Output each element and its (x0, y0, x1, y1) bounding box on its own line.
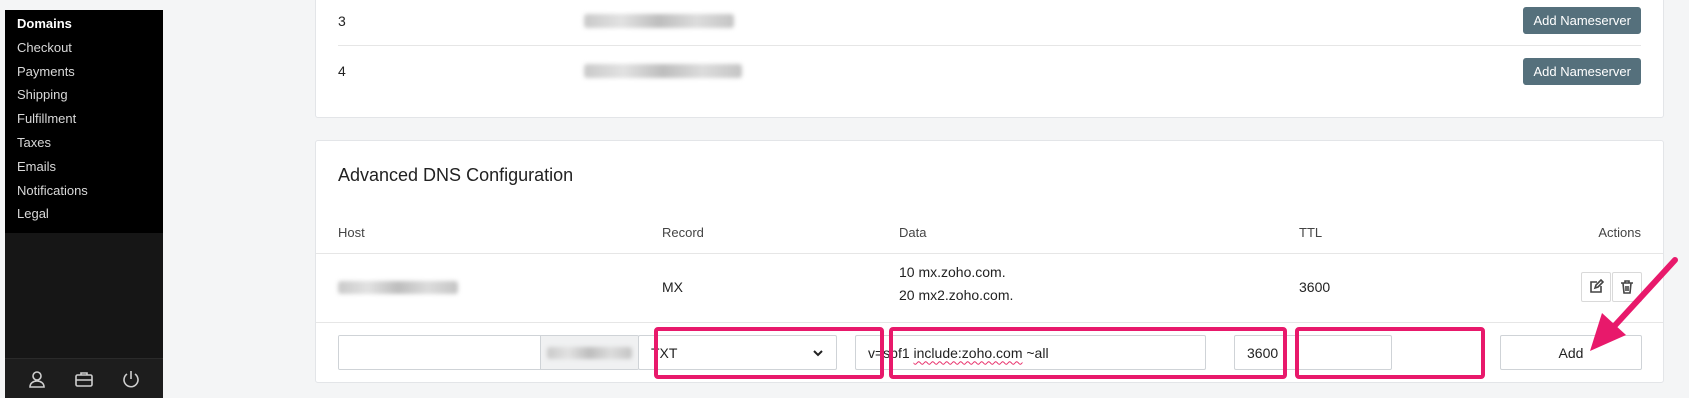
sidebar-item-checkout[interactable]: Checkout (5, 36, 163, 60)
record-type-select[interactable]: TXT (638, 335, 837, 370)
data-input-part-misspelled: include:zoho.com (913, 344, 1023, 361)
ttl-input[interactable]: 3600 (1234, 335, 1392, 370)
record-data-line: 10 mx.zoho.com. (899, 264, 1006, 280)
annotation-arrow-icon (1590, 257, 1678, 351)
chevron-down-icon (813, 349, 823, 356)
data-input-part: ~all (1022, 344, 1049, 361)
add-nameserver-button[interactable]: Add Nameserver (1523, 57, 1641, 85)
nameserver-value-redacted (584, 13, 734, 28)
column-header-actions: Actions (1598, 225, 1641, 240)
sidebar-item-emails[interactable]: Emails (5, 155, 163, 179)
sidebar-item-notifications[interactable]: Notifications (5, 179, 163, 203)
host-input[interactable] (339, 336, 541, 369)
header-divider (316, 253, 1663, 254)
add-nameserver-button[interactable]: Add Nameserver (1523, 7, 1641, 34)
data-input[interactable]: v=spf1 include:zoho.com ~all (855, 335, 1206, 370)
record-data: 10 mx.zoho.com. 20 mx2.zoho.com. (899, 261, 1013, 307)
data-input-part: v=spf1 (868, 344, 914, 361)
nameservers-panel: 3 Add Nameserver 4 Add Nameserver (315, 0, 1664, 118)
record-type: MX (662, 279, 683, 295)
ttl-input-value: 3600 (1247, 344, 1279, 361)
sidebar-item-fulfillment[interactable]: Fulfillment (5, 107, 163, 131)
host-field-group (338, 335, 639, 370)
sidebar: Domains Checkout Payments Shipping Fulfi… (5, 10, 163, 398)
sidebar-item-payments[interactable]: Payments (5, 60, 163, 84)
sidebar-item-taxes[interactable]: Taxes (5, 131, 163, 155)
sidebar-nav: Domains Checkout Payments Shipping Fulfi… (5, 10, 163, 226)
domain-suffix-redacted (547, 346, 632, 359)
section-title: Advanced DNS Configuration (338, 165, 574, 185)
column-header-host: Host (338, 225, 365, 240)
record-type-selected: TXT (651, 344, 678, 361)
host-value-redacted (338, 281, 458, 294)
sidebar-empty-area (5, 233, 163, 366)
nameserver-number: 4 (338, 63, 346, 79)
row-divider (316, 322, 1663, 323)
app-root: Domains Checkout Payments Shipping Fulfi… (0, 0, 1689, 398)
sidebar-item-legal[interactable]: Legal (5, 202, 163, 226)
user-icon[interactable] (23, 365, 51, 393)
nameserver-row: 3 Add Nameserver (338, 0, 1641, 46)
nameserver-value-redacted (584, 64, 742, 78)
briefcase-icon[interactable] (70, 365, 98, 393)
column-header-data: Data (899, 225, 927, 240)
advanced-dns-panel: Advanced DNS Configuration Host Record D… (315, 140, 1664, 383)
power-icon[interactable] (117, 365, 145, 393)
sidebar-item-domains[interactable]: Domains (5, 12, 163, 36)
host-domain-suffix (541, 336, 638, 369)
nameserver-number: 3 (338, 12, 346, 29)
record-ttl: 3600 (1299, 279, 1331, 295)
column-header-ttl: TTL (1299, 225, 1323, 240)
column-header-record: Record (662, 225, 704, 240)
sidebar-footer (5, 358, 163, 398)
nameserver-row: 4 Add Nameserver (338, 46, 1641, 96)
record-data-line: 20 mx2.zoho.com. (899, 287, 1014, 303)
sidebar-item-shipping[interactable]: Shipping (5, 83, 163, 107)
